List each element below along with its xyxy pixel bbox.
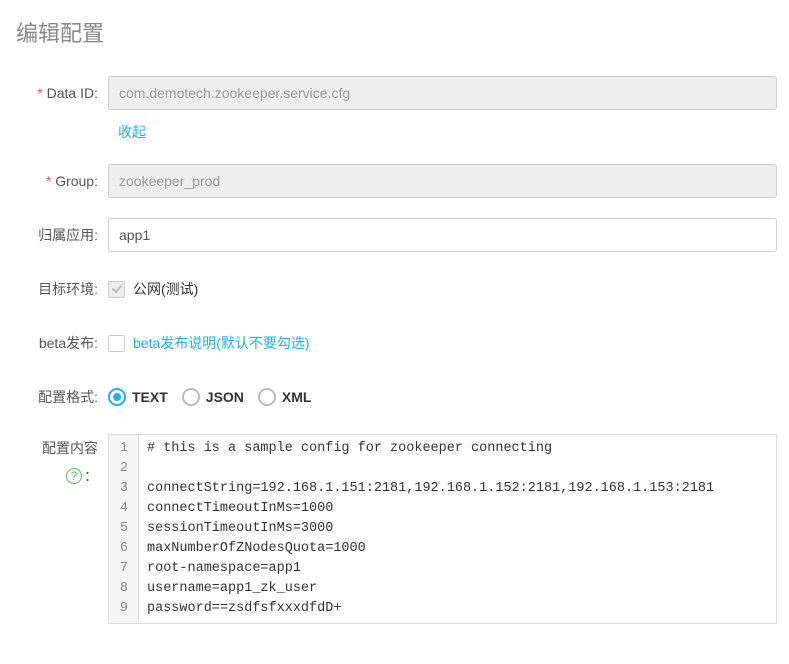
- target-env-text: 公网(测试): [133, 272, 198, 306]
- line-number: 6: [115, 539, 132, 559]
- format-radio-xml[interactable]: XML: [258, 380, 312, 414]
- code-line: # this is a sample config for zookeeper …: [147, 439, 768, 459]
- data-id-input: [108, 76, 777, 110]
- line-number: 1: [115, 439, 132, 459]
- label-group: *Group:: [12, 164, 108, 198]
- row-beta: beta发布: beta发布说明(默认不要勾选): [12, 326, 777, 360]
- code-line: maxNumberOfZNodesQuota=1000: [147, 539, 768, 559]
- row-data-id: *Data ID:: [12, 76, 777, 110]
- code-line: password==zsdfsfxxxdfdD+: [147, 599, 768, 619]
- code-line: connectString=192.168.1.151:2181,192.168…: [147, 479, 768, 499]
- page-title: 编辑配置: [16, 16, 777, 48]
- line-number: 9: [115, 599, 132, 619]
- label-format: 配置格式:: [12, 380, 108, 414]
- row-app: 归属应用:: [12, 218, 777, 252]
- app-input[interactable]: [108, 218, 777, 252]
- radio-icon: [108, 388, 126, 406]
- label-data-id: *Data ID:: [12, 76, 108, 110]
- code-line: [147, 459, 768, 479]
- row-format: 配置格式: TEXT JSON XML: [12, 380, 777, 414]
- beta-checkbox[interactable]: [108, 335, 125, 352]
- editor-gutter: 123456789: [109, 435, 139, 623]
- label-beta: beta发布:: [12, 326, 108, 360]
- format-radio-group: TEXT JSON XML: [108, 380, 777, 414]
- radio-label: JSON: [206, 380, 244, 414]
- radio-label: XML: [282, 380, 312, 414]
- code-line: username=app1_zk_user: [147, 579, 768, 599]
- required-marker: *: [46, 173, 51, 189]
- radio-label: TEXT: [132, 380, 168, 414]
- line-number: 8: [115, 579, 132, 599]
- line-number: 2: [115, 459, 132, 479]
- radio-icon: [182, 388, 200, 406]
- target-env-checkbox: [108, 281, 125, 298]
- line-number: 7: [115, 559, 132, 579]
- beta-help-link[interactable]: beta发布说明(默认不要勾选): [133, 326, 310, 360]
- content-colon: ：: [84, 466, 98, 486]
- row-content: 配置内容 ? ： 123456789 # this is a sample co…: [12, 434, 777, 624]
- radio-icon: [258, 388, 276, 406]
- line-number: 3: [115, 479, 132, 499]
- line-number: 4: [115, 499, 132, 519]
- format-radio-text[interactable]: TEXT: [108, 380, 168, 414]
- help-icon[interactable]: ?: [66, 468, 82, 484]
- line-number: 5: [115, 519, 132, 539]
- label-content: 配置内容: [12, 438, 98, 458]
- code-line: sessionTimeoutInMs=3000: [147, 519, 768, 539]
- editor-code-area[interactable]: # this is a sample config for zookeeper …: [139, 435, 776, 623]
- label-target-env: 目标环境:: [12, 272, 108, 306]
- check-icon: [111, 283, 123, 295]
- code-line: connectTimeoutInMs=1000: [147, 499, 768, 519]
- format-radio-json[interactable]: JSON: [182, 380, 244, 414]
- row-group: *Group:: [12, 164, 777, 198]
- collapse-link[interactable]: 收起: [118, 124, 146, 140]
- group-input: [108, 164, 777, 198]
- label-app: 归属应用:: [12, 218, 108, 252]
- row-target-env: 目标环境: 公网(测试): [12, 272, 777, 306]
- required-marker: *: [37, 85, 42, 101]
- code-line: root-namespace=app1: [147, 559, 768, 579]
- content-editor[interactable]: 123456789 # this is a sample config for …: [108, 434, 777, 624]
